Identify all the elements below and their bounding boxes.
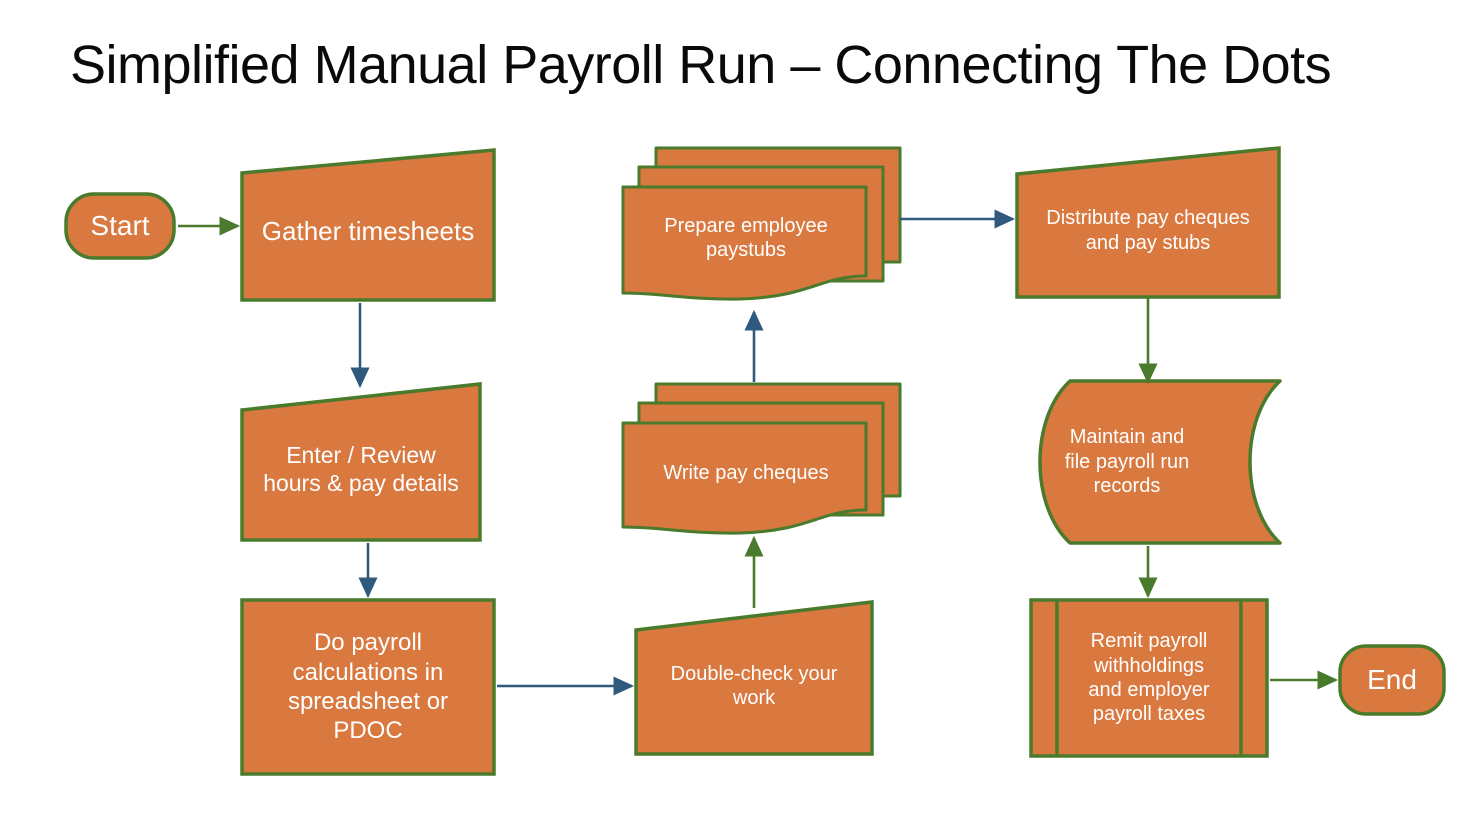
node-distribute-cheques[interactable]: Distribute pay cheques and pay stubs [1015,146,1281,299]
multi-document-shape [621,146,902,301]
predefined-process-shape [1029,598,1269,758]
node-write-pay-cheques[interactable]: Write pay cheques [620,381,902,541]
node-remit-payroll[interactable]: Remit payroll withholdings and employer … [1029,598,1269,758]
node-enter-review[interactable]: Enter / Review hours & pay details [240,382,482,542]
manual-input-shape [634,600,874,756]
terminator-shape [64,192,176,260]
page-title: Simplified Manual Payroll Run – Connecti… [70,35,1332,95]
node-prepare-paystubs[interactable]: Prepare employee paystubs [620,145,902,307]
manual-input-shape [240,148,496,302]
node-end[interactable]: End [1338,644,1446,716]
node-double-check-work[interactable]: Double-check your work [634,600,874,756]
node-maintain-records[interactable]: Maintain and file payroll run records [1018,378,1282,546]
node-gather-timesheets[interactable]: Gather timesheets [240,148,496,302]
manual-input-shape [240,382,482,542]
flowchart-canvas: Simplified Manual Payroll Run – Connecti… [0,0,1478,826]
process-shape [240,598,496,776]
manual-input-shape [1015,146,1281,299]
terminator-shape [1338,644,1446,716]
stored-data-shape [1038,379,1282,545]
multi-document-shape [621,382,902,535]
node-do-payroll-calculations[interactable]: Do payroll calculations in spreadsheet o… [240,598,496,776]
node-start[interactable]: Start [64,192,176,260]
